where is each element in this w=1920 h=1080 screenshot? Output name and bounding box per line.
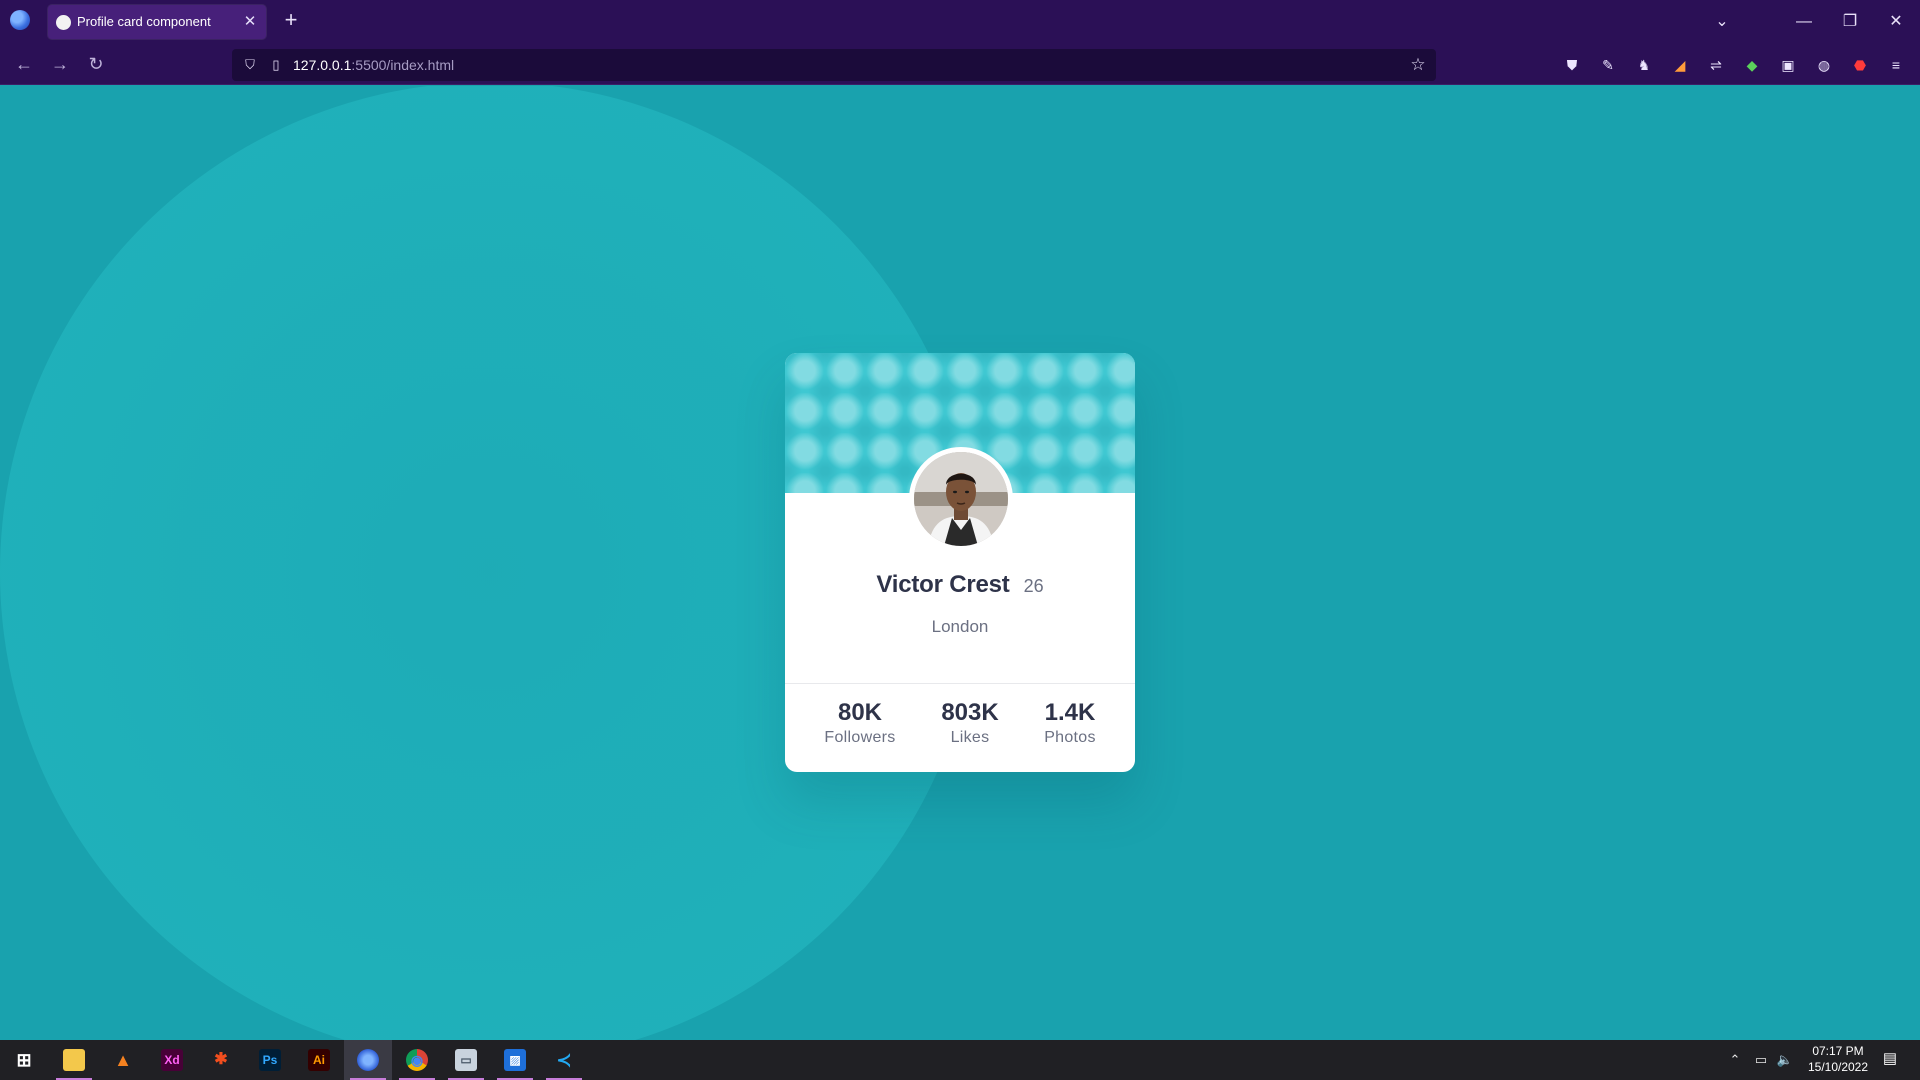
clock-date: 15/10/2022 xyxy=(1807,1060,1869,1074)
extension-icon[interactable]: ⬣ xyxy=(1850,55,1870,75)
profile-card: Victor Crest 26 London 80K Followers 803K… xyxy=(785,353,1135,772)
taskbar-firefox[interactable]: ● xyxy=(344,1040,392,1080)
close-tab-icon[interactable]: ✕ xyxy=(240,12,260,32)
minimize-icon[interactable]: — xyxy=(1792,10,1816,34)
firefox-icon[interactable] xyxy=(10,10,30,30)
stat-photos: 1.4K Photos xyxy=(1015,699,1125,747)
stat-likes: 803K Likes xyxy=(915,699,1025,747)
extension-icon[interactable]: ⇌ xyxy=(1706,55,1726,75)
page-info-icon[interactable]: ▯ xyxy=(268,57,284,73)
globe-icon[interactable]: ◍ xyxy=(1814,55,1834,75)
tab-title: Profile card component xyxy=(77,14,211,29)
close-window-icon[interactable]: ✕ xyxy=(1884,10,1908,34)
restore-icon[interactable]: ❐ xyxy=(1838,10,1862,34)
show-hidden-icons-icon[interactable]: ⌃ xyxy=(1726,1052,1744,1068)
page-viewport: Victor Crest 26 London 80K Followers 803K… xyxy=(0,86,1920,1040)
browser-nav-bar: ← → ↻ ⛉ ▯ 127.0.0.1:5500/index.html ☆ ⛊ … xyxy=(0,44,1920,85)
taskbar-vscode[interactable]: ≺ xyxy=(540,1040,588,1080)
windows-taskbar: ⊞ ▲ Xd ✱ Ps Ai ● ◉ ▭ ▨ ≺ ⌃ ▭ 🔈 07:17 PM xyxy=(0,1040,1920,1080)
tab-favicon-icon xyxy=(56,15,71,30)
menu-icon[interactable]: ≡ xyxy=(1886,55,1906,75)
new-tab-button[interactable]: + xyxy=(280,9,302,32)
stat-label: Followers xyxy=(824,729,896,746)
taskbar-app[interactable]: ▭ xyxy=(442,1040,490,1080)
taskbar-photos[interactable]: ▨ xyxy=(491,1040,539,1080)
profile-city: London xyxy=(931,617,989,636)
taskbar-illustrator[interactable]: Ai xyxy=(295,1040,343,1080)
vlc-icon: ▲ xyxy=(114,1050,132,1070)
adobe-xd-icon: Xd xyxy=(161,1049,183,1071)
url-host: 127.0.0.1 xyxy=(293,57,352,73)
figma-icon: ✱ xyxy=(214,1051,228,1068)
taskbar-file-explorer[interactable] xyxy=(50,1040,98,1080)
back-icon[interactable]: ← xyxy=(12,53,36,77)
network-icon[interactable]: ▭ xyxy=(1752,1052,1770,1068)
bookmark-star-icon[interactable]: ☆ xyxy=(1408,55,1428,75)
photos-icon: ▨ xyxy=(504,1049,526,1071)
url-bar[interactable]: ⛉ ▯ 127.0.0.1:5500/index.html ☆ xyxy=(232,49,1436,81)
stat-followers: 80K Followers xyxy=(805,699,915,747)
extension-icon[interactable]: ▣ xyxy=(1778,55,1798,75)
forward-icon[interactable]: → xyxy=(48,53,72,77)
wrench-icon[interactable]: ✎ xyxy=(1598,55,1618,75)
clock-time: 07:17 PM xyxy=(1812,1044,1864,1058)
stat-value: 803K xyxy=(941,699,999,726)
extension-icon[interactable]: ◢ xyxy=(1670,55,1690,75)
folder-icon xyxy=(63,1049,85,1071)
name-row: Victor Crest 26 xyxy=(785,571,1135,599)
taskbar-clock[interactable]: 07:17 PM 15/10/2022 xyxy=(1802,1043,1874,1075)
url-text[interactable]: 127.0.0.1:5500/index.html xyxy=(293,57,454,73)
firefox-taskbar-icon: ● xyxy=(357,1049,379,1071)
reload-icon[interactable]: ↻ xyxy=(84,53,108,77)
pocket-icon[interactable]: ⛊ xyxy=(1562,55,1582,75)
volume-icon[interactable]: 🔈 xyxy=(1776,1052,1794,1068)
taskbar-photoshop[interactable]: Ps xyxy=(246,1040,294,1080)
list-all-tabs-icon[interactable]: ⌄ xyxy=(1710,10,1734,34)
taskbar-figma[interactable]: ✱ xyxy=(197,1040,245,1080)
windows-icon: ⊞ xyxy=(16,1050,32,1070)
taskbar-adobe-xd[interactable]: Xd xyxy=(148,1040,196,1080)
illustrator-icon: Ai xyxy=(308,1049,330,1071)
notification-center-icon[interactable]: ▤ xyxy=(1880,1050,1900,1070)
profile-age: 26 xyxy=(1023,576,1044,596)
extension-icon[interactable]: ♞ xyxy=(1634,55,1654,75)
taskbar-vlc[interactable]: ▲ xyxy=(99,1040,147,1080)
stat-label: Photos xyxy=(1044,729,1096,746)
start-button[interactable]: ⊞ xyxy=(0,1040,48,1080)
stat-label: Likes xyxy=(950,729,990,746)
taskbar-chrome[interactable]: ◉ xyxy=(393,1040,441,1080)
extension-icon[interactable]: ◆ xyxy=(1742,55,1762,75)
browser-tab-bar: Profile card component ✕ + ⌄ — ❐ ✕ xyxy=(0,0,1920,44)
vscode-icon: ≺ xyxy=(556,1050,572,1070)
avatar xyxy=(909,447,1013,551)
stat-value: 80K xyxy=(837,699,883,726)
stat-value: 1.4K xyxy=(1044,699,1096,726)
card-divider xyxy=(785,683,1135,684)
chrome-icon: ◉ xyxy=(406,1049,428,1071)
avatar-photo xyxy=(914,452,1008,546)
url-path: :5500/index.html xyxy=(351,57,455,73)
app-icon: ▭ xyxy=(455,1049,477,1071)
tracking-protection-shield-icon[interactable]: ⛉ xyxy=(242,57,258,73)
tab-profile-card[interactable]: Profile card component ✕ xyxy=(48,5,266,39)
photoshop-icon: Ps xyxy=(259,1049,281,1071)
profile-name: Victor Crest xyxy=(876,571,1010,598)
